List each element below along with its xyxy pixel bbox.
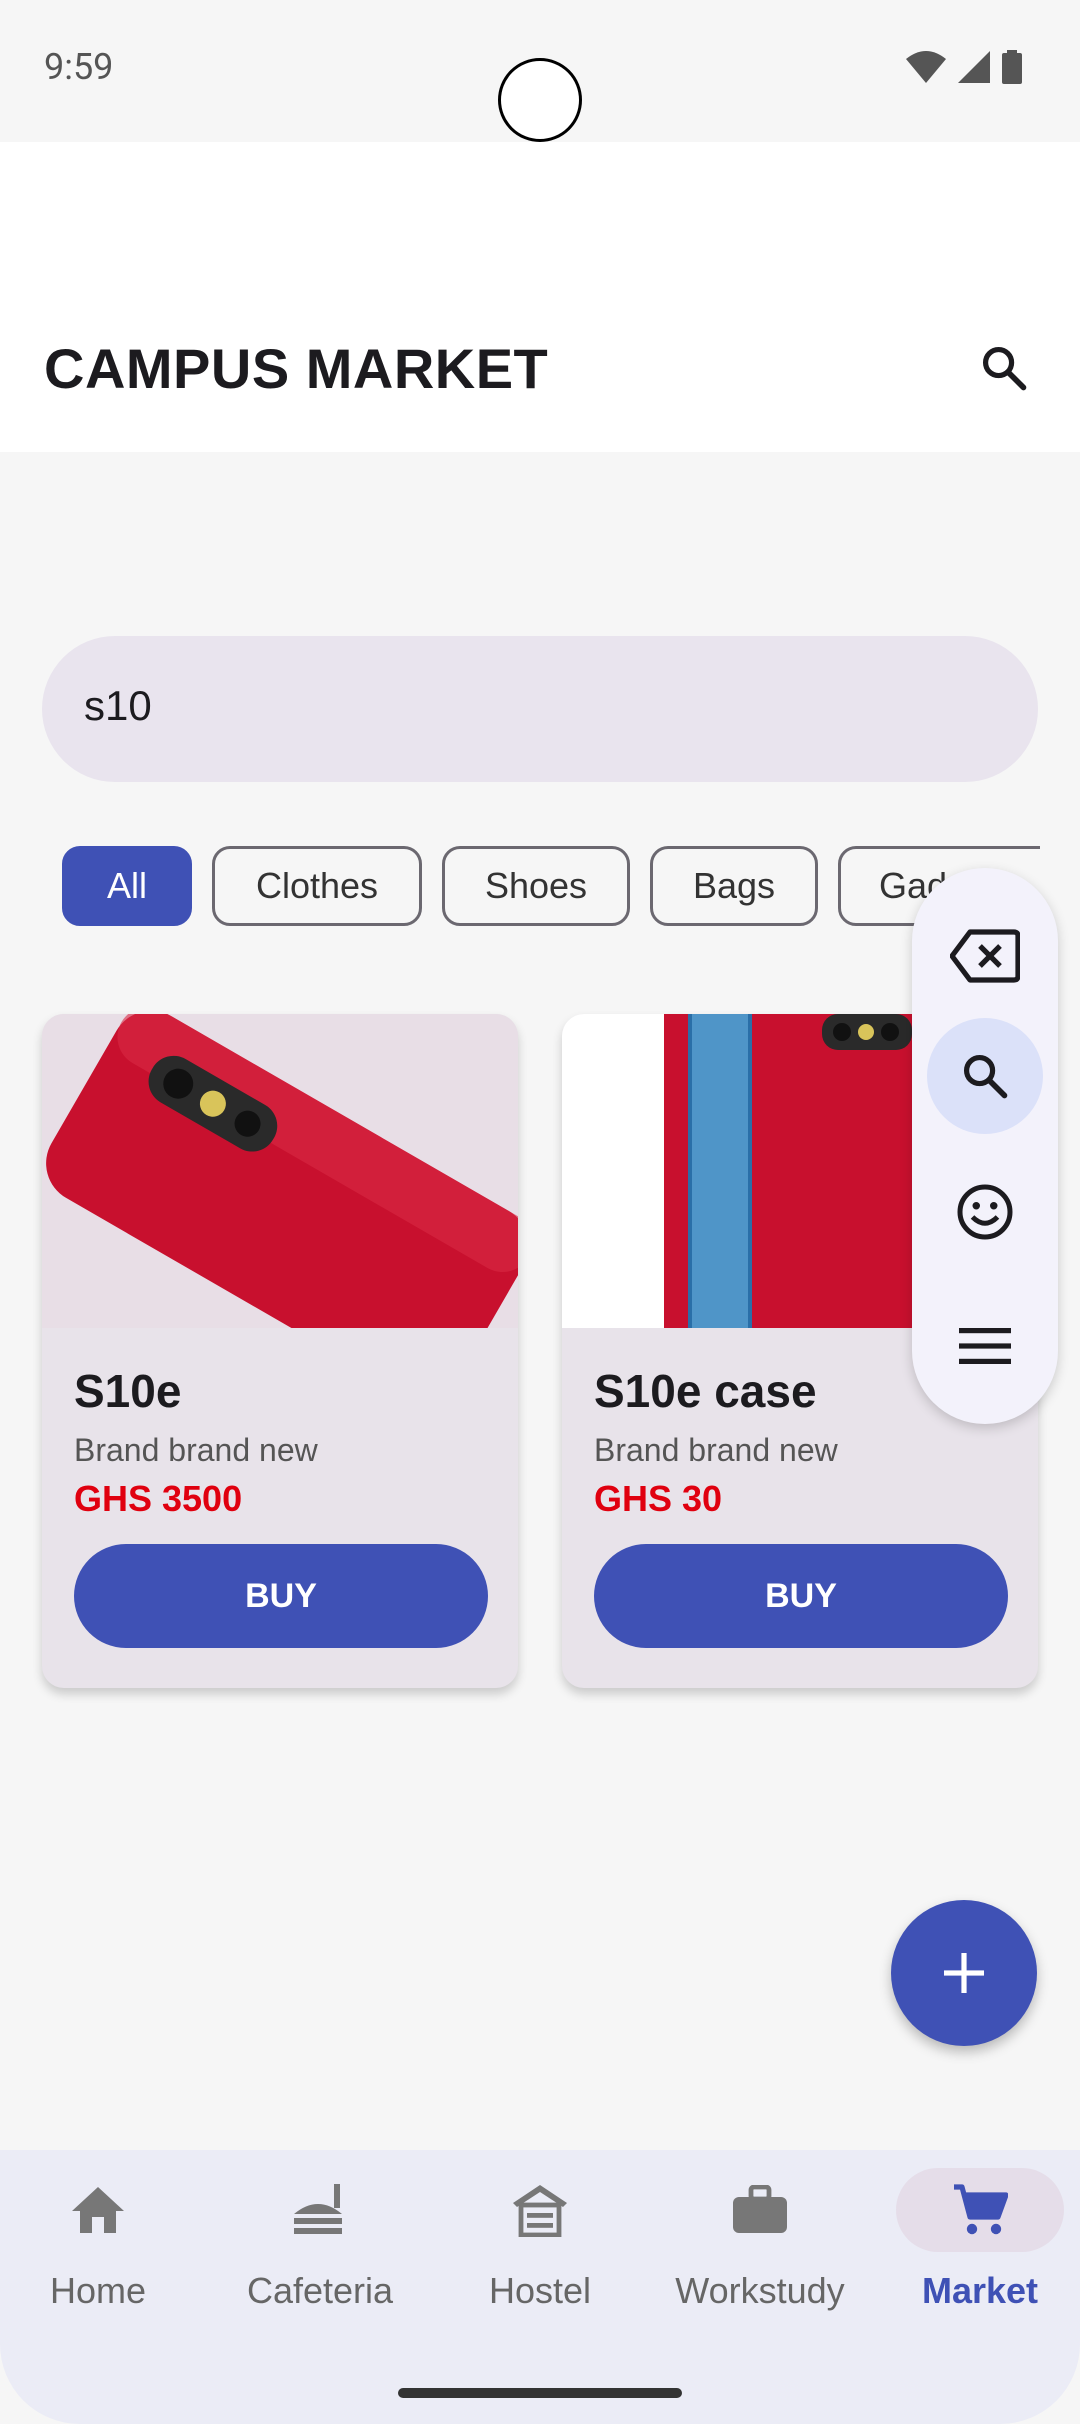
menu-button[interactable] (927, 1288, 1043, 1404)
nav-item-hostel[interactable]: Hostel (432, 2168, 648, 2328)
nav-item-cafeteria[interactable]: Cafeteria (212, 2168, 428, 2328)
hostel-icon (513, 2185, 567, 2237)
backspace-button[interactable] (927, 898, 1043, 1014)
page-title: CAMPUS MARKET (44, 337, 549, 400)
battery-icon (1002, 50, 1022, 84)
search-icon (982, 346, 1027, 391)
search-input[interactable] (42, 636, 1038, 782)
product-card[interactable]: S10e Brand brand new GHS 3500 BUY (42, 1014, 518, 1688)
product-title: S10e case (594, 1365, 817, 1417)
emoji-button[interactable] (927, 1154, 1043, 1270)
menu-icon (959, 1328, 1011, 1364)
cafeteria-icon (294, 2184, 342, 2234)
chip-bags[interactable]: Bags (650, 846, 818, 926)
product-subtitle: Brand brand new (594, 1432, 838, 1468)
add-icon (944, 1953, 984, 1993)
nav-label: Home (49, 2270, 147, 2311)
nav-indicator (676, 2168, 844, 2252)
chip-shoes[interactable]: Shoes (442, 846, 630, 926)
buy-button[interactable]: BUY (74, 1544, 488, 1648)
signal-icon (958, 51, 990, 83)
wifi-icon (906, 51, 946, 83)
product-price: GHS 30 (594, 1478, 723, 1519)
product-title: S10e (74, 1365, 182, 1417)
status-time: 9:59 (44, 46, 114, 88)
camera-cutout (498, 58, 582, 142)
backspace-icon (950, 929, 1020, 983)
nav-item-market[interactable]: Market (872, 2168, 1080, 2328)
nav-label: Market (921, 2270, 1039, 2311)
status-icons (906, 50, 1022, 84)
home-indicator[interactable] (398, 2388, 682, 2398)
nav-label: Workstudy (675, 2270, 845, 2311)
nav-indicator (236, 2168, 404, 2252)
app-bar (0, 142, 1080, 452)
product-subtitle: Brand brand new (74, 1432, 318, 1468)
search-icon (963, 1054, 1008, 1099)
toolbar-search-button[interactable] (927, 1018, 1043, 1134)
product-image (42, 1014, 518, 1328)
chip-all[interactable]: All (62, 846, 192, 926)
nav-indicator (456, 2168, 624, 2252)
nav-indicator (896, 2168, 1064, 2252)
category-chips: All Clothes Shoes Bags Gadgets (0, 846, 1040, 930)
briefcase-icon (733, 2185, 787, 2233)
search-button[interactable] (972, 336, 1036, 400)
nav-label: Cafeteria (246, 2270, 394, 2311)
home-icon (72, 2187, 124, 2233)
cart-icon (954, 2184, 1008, 2235)
nav-item-home[interactable]: Home (0, 2168, 206, 2328)
emoji-icon (957, 1184, 1013, 1240)
nav-item-workstudy[interactable]: Workstudy (652, 2168, 868, 2328)
nav-label: Hostel (488, 2270, 592, 2311)
chip-clothes[interactable]: Clothes (212, 846, 422, 926)
nav-indicator (14, 2168, 182, 2252)
product-price: GHS 3500 (74, 1478, 243, 1519)
search-input-value: s10 (84, 682, 152, 729)
add-button[interactable] (891, 1900, 1037, 2046)
floating-toolbar (912, 868, 1058, 1424)
buy-button[interactable]: BUY (594, 1544, 1008, 1648)
